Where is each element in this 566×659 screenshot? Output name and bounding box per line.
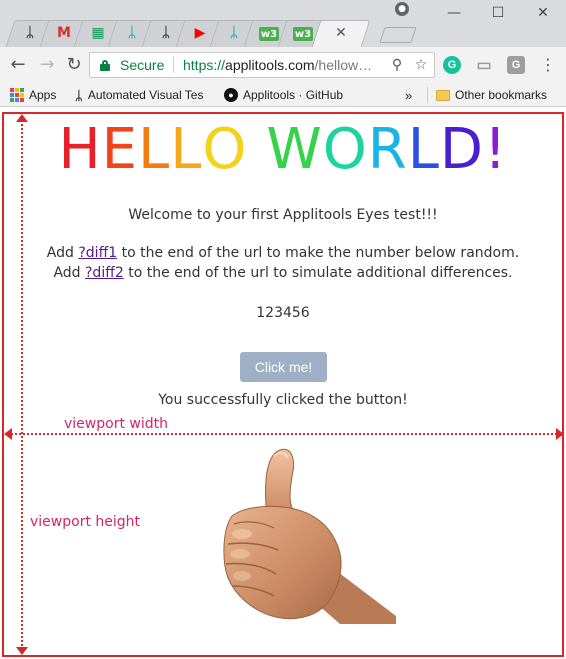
github-icon: ● xyxy=(224,88,238,102)
hello-letter: D xyxy=(439,117,485,182)
maximize-icon[interactable]: ☐ xyxy=(486,2,510,24)
diff1-link[interactable]: ?diff1 xyxy=(78,245,117,261)
bookmark-apps-label: Apps xyxy=(29,88,57,102)
arrowhead-down xyxy=(16,647,28,655)
bookmark-label: Automated Visual Tes xyxy=(87,88,204,102)
bookmarks-bar: Apps ᛦ Automated Visual Tes ● Applitools… xyxy=(0,83,566,107)
click-me-button[interactable]: Click me! xyxy=(240,352,327,382)
extension-icon[interactable]: G xyxy=(507,56,525,74)
menu-icon[interactable]: ⋮ xyxy=(540,56,556,74)
close-window-icon[interactable]: ✕ xyxy=(531,2,555,24)
w3-icon: w3 xyxy=(259,27,279,41)
url-path: /hellow… xyxy=(314,57,373,73)
viewport-height-arrow xyxy=(21,117,23,654)
bookmarks-divider xyxy=(427,87,428,103)
viewport-width-arrow xyxy=(6,433,561,435)
minimize-icon[interactable]: — xyxy=(442,2,466,24)
success-message: You successfully clicked the button! xyxy=(158,392,408,408)
arrowhead-right xyxy=(556,428,564,440)
close-tab-icon[interactable]: ✕ xyxy=(332,24,350,42)
omnibox-divider xyxy=(173,57,174,73)
applitools-teal-icon: ᛦ xyxy=(127,25,137,41)
folder-icon xyxy=(436,89,450,101)
address-bar[interactable]: Secure https://applitools.com/hellow… ⚲ … xyxy=(89,52,435,78)
hello-letter: ! xyxy=(484,117,508,182)
bookmark-star-icon[interactable]: ☆ xyxy=(412,56,430,74)
profile-icon[interactable]: ● xyxy=(395,2,409,16)
bookmark-label: Applitools · GitHub xyxy=(243,88,344,102)
applitools-icon: ᛦ xyxy=(161,25,171,41)
diff2-link[interactable]: ?diff2 xyxy=(85,265,124,281)
instruction-diff2: Add ?diff2 to the end of the url to simu… xyxy=(0,265,566,281)
gmail-icon: M xyxy=(57,25,71,41)
reload-icon[interactable]: ↻ xyxy=(63,53,85,75)
bookmark-apps[interactable]: Apps xyxy=(10,87,56,103)
bookmark-other[interactable]: Other bookmarks xyxy=(436,87,547,103)
arrowhead-left xyxy=(4,428,12,440)
hello-letter: R xyxy=(367,117,408,182)
hello-letter: O xyxy=(202,117,248,182)
cast-icon[interactable]: ▭ xyxy=(475,56,493,74)
welcome-text: Welcome to your first Applitools Eyes te… xyxy=(128,207,438,223)
hello-letter xyxy=(248,120,267,180)
viewport-height-label: viewport height xyxy=(30,514,141,530)
random-number: 123456 xyxy=(256,305,310,321)
bookmarks-overflow-icon[interactable]: » xyxy=(405,87,412,103)
applitools-teal-icon: ᛦ xyxy=(229,25,239,41)
sheets-icon: ▦ xyxy=(91,25,105,41)
back-icon[interactable]: ← xyxy=(7,53,29,75)
viewport-width-label: viewport width xyxy=(64,416,168,432)
youtube-icon: ▶ xyxy=(194,25,206,41)
hello-world-heading: HELLO WORLD! xyxy=(0,120,566,180)
thumbs-up-image xyxy=(223,448,396,624)
apps-grid-icon xyxy=(10,88,24,102)
hello-letter: L xyxy=(407,117,440,182)
arrowhead-up xyxy=(16,114,28,122)
url-host: applitools.com xyxy=(225,57,315,73)
instruction-prefix: Add xyxy=(46,245,79,261)
applitools-icon: ᛦ xyxy=(25,25,35,41)
hello-letter: L xyxy=(170,117,203,182)
url-scheme: https:// xyxy=(183,57,226,73)
hello-letter: H xyxy=(58,117,102,182)
tab-strip: ᛦ M ▦ ᛦ ᛦ ▶ ᛦ w3 w3 ✕ ● — ☐ ✕ xyxy=(0,0,566,47)
url-text[interactable]: https://applitools.com/hellow… xyxy=(183,57,372,73)
grammarly-icon[interactable]: G xyxy=(443,56,461,74)
hello-letter: O xyxy=(322,117,368,182)
new-tab-button[interactable] xyxy=(379,27,417,43)
instruction-diff1: Add ?diff1 to the end of the url to make… xyxy=(0,245,566,261)
applitools-icon: ᛦ xyxy=(75,87,83,103)
instruction-suffix: to the end of the url to make the number… xyxy=(117,245,520,261)
zoom-icon[interactable]: ⚲ xyxy=(388,56,406,74)
bookmark-github[interactable]: ● Applitools · GitHub xyxy=(224,87,343,103)
bookmark-automated-visual[interactable]: ᛦ Automated Visual Tes xyxy=(75,87,210,103)
hello-letter: E xyxy=(101,117,139,182)
hello-letter: W xyxy=(266,117,323,182)
hello-letter: L xyxy=(138,117,171,182)
instruction-prefix: Add xyxy=(53,265,85,281)
bookmark-other-label: Other bookmarks xyxy=(455,88,548,102)
instruction-suffix: to the end of the url to simulate additi… xyxy=(123,265,513,281)
secure-label: Secure xyxy=(120,57,165,73)
w3-icon: w3 xyxy=(293,27,313,41)
lock-icon xyxy=(100,60,110,71)
forward-icon[interactable]: → xyxy=(36,53,58,75)
